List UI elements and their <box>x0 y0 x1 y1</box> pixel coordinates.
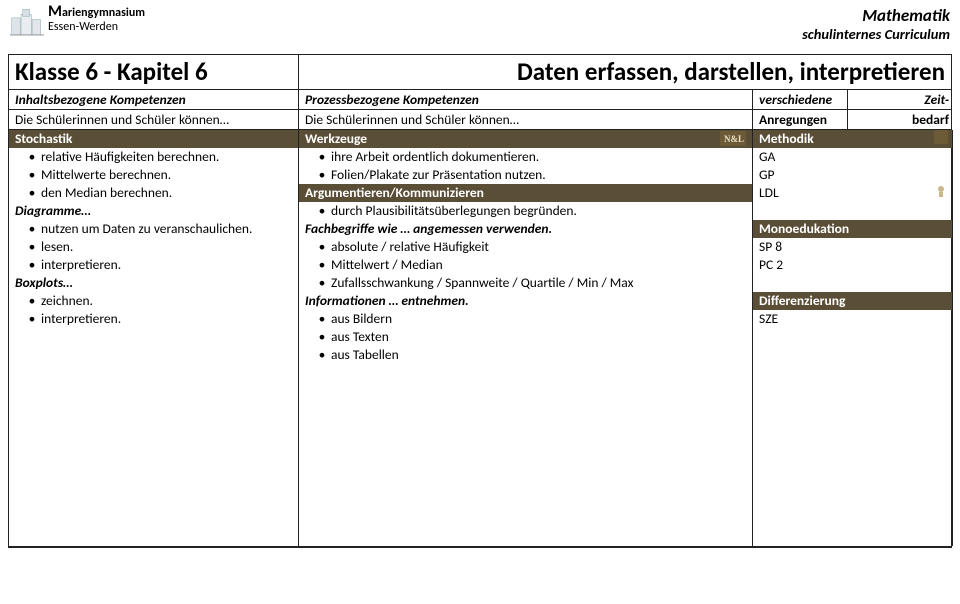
flag-line: PC 2 <box>753 256 952 274</box>
col-time-sub: bedarf <box>848 110 953 129</box>
subtitle-label: schulinternes Curriculum <box>802 26 950 43</box>
col-left-heading: Inhaltsbezogene Kompetenzen <box>9 90 299 109</box>
subject-label: Mathematik <box>802 6 950 26</box>
mid-line: Informationen … entnehmen. <box>299 292 752 310</box>
mid-line: aus Tabellen <box>299 346 752 364</box>
left-line: nutzen um Daten zu veranschaulichen. <box>9 220 298 238</box>
col-mid-sub: Die Schülerinnen und Schüler können… <box>299 110 753 129</box>
mid-line: aus Texten <box>299 328 752 346</box>
hours-value: 16 <box>953 130 960 148</box>
col-flag-heading: verschiedene <box>753 90 848 109</box>
school-name: Mariengymnasium Essen-Werden <box>48 4 145 33</box>
school-logo: Mariengymnasium Essen-Werden <box>10 6 145 40</box>
topic-title: Daten erfassen, darstellen, interpretier… <box>299 55 951 89</box>
left-line: Mittelwerte berechnen. <box>9 166 298 184</box>
mid-line: Argumentieren/Kommunizieren <box>299 184 752 202</box>
col-flag-body: MethodikGAGPLDL MonoedukationSP 8PC 2 Di… <box>753 130 953 546</box>
building-icon <box>10 6 44 40</box>
col-mid-heading: Prozessbezogene Kompetenzen <box>299 90 753 109</box>
left-line: interpretieren. <box>9 256 298 274</box>
chapter-title: Klasse 6 - Kapitel 6 <box>9 55 299 89</box>
method-icon <box>934 130 948 144</box>
mid-line: Zufallsschwankung / Spannweite / Quartil… <box>299 274 752 292</box>
curriculum-table: Klasse 6 - Kapitel 6 Daten erfassen, dar… <box>8 54 952 548</box>
left-line: zeichnen. <box>9 292 298 310</box>
header-right: Mathematik schulinternes Curriculum <box>802 6 950 42</box>
left-line: interpretieren. <box>9 310 298 328</box>
left-line: Boxplots… <box>9 274 298 292</box>
mid-line: durch Plausibilitätsüberlegungen begründ… <box>299 202 752 220</box>
flag-line: Methodik <box>753 130 952 148</box>
flag-line: Monoedukation <box>753 220 952 238</box>
body-row: Stochastikrelative Häufigkeiten berechne… <box>9 130 951 547</box>
svg-text:N&L: N&L <box>724 134 744 144</box>
col-left-sub: Die Schülerinnen und Schüler können… <box>9 110 299 129</box>
tools-icon: N&L <box>720 131 746 146</box>
subheader-row-2: Die Schülerinnen und Schüler können… Die… <box>9 110 951 130</box>
flag-line: GA <box>753 148 952 166</box>
flag-line <box>753 202 952 220</box>
school-line2: Essen-Werden <box>48 21 145 34</box>
left-line: relative Häufigkeiten berechnen. <box>9 148 298 166</box>
title-row: Klasse 6 - Kapitel 6 Daten erfassen, dar… <box>9 55 951 90</box>
left-line: Diagramme… <box>9 202 298 220</box>
col-hours-body: 16 <box>953 130 960 546</box>
mid-line: Folien/Plakate zur Präsentation nutzen. <box>299 166 752 184</box>
mid-line: Fachbegriffe wie … angemessen verwenden. <box>299 220 752 238</box>
col-time-heading: Zeit- <box>848 90 953 109</box>
flag-line: LDL <box>753 184 952 202</box>
mid-line: ihre Arbeit ordentlich dokumentieren. <box>299 148 752 166</box>
school-line1: ariengymnasium <box>62 6 145 20</box>
flag-line: Differenzierung <box>753 292 952 310</box>
col-mid-body: WerkzeugeN&Lihre Arbeit ordentlich dokum… <box>299 130 753 546</box>
subheader-row-1: Inhaltsbezogene Kompetenzen Prozessbezog… <box>9 90 951 110</box>
col-flag-sub: Anregungen <box>753 110 848 129</box>
page-header: Mariengymnasium Essen-Werden Mathematik … <box>8 6 952 54</box>
mid-line: Mittelwert / Median <box>299 256 752 274</box>
left-line: lesen. <box>9 238 298 256</box>
flag-line: SP 8 <box>753 238 952 256</box>
flag-line <box>753 274 952 292</box>
mid-line: aus Bildern <box>299 310 752 328</box>
col-left-body: Stochastikrelative Häufigkeiten berechne… <box>9 130 299 546</box>
mid-line: WerkzeugeN&L <box>299 130 752 148</box>
left-line: Stochastik <box>9 130 298 148</box>
left-line: den Median berechnen. <box>9 184 298 202</box>
flag-line: GP <box>753 166 952 184</box>
mid-line: absolute / relative Häufigkeit <box>299 238 752 256</box>
ldl-icon <box>934 184 948 198</box>
flag-line: SZE <box>753 310 952 328</box>
